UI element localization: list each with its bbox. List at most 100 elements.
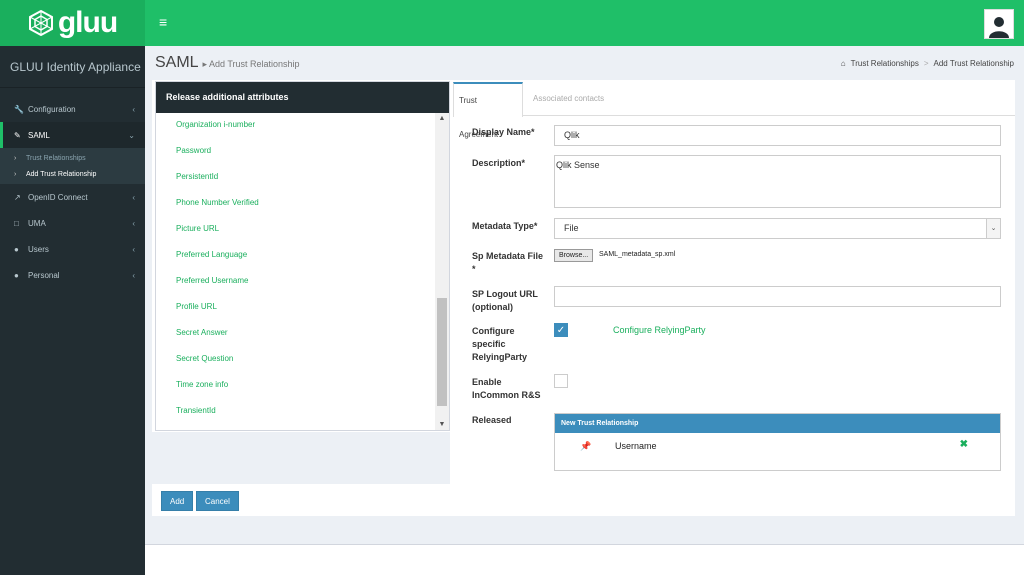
tab-associated-contacts[interactable]: Associated contacts bbox=[528, 82, 609, 116]
scroll-up-icon[interactable]: ▲ bbox=[435, 115, 449, 122]
sidebar-subitem-add-trust-relationship[interactable]: › Add Trust Relationship bbox=[0, 166, 145, 182]
chevron-left-icon: ‹ bbox=[132, 218, 135, 228]
attribute-item[interactable]: Time zone info bbox=[156, 373, 435, 399]
attribute-item[interactable]: Organization i-number bbox=[156, 113, 435, 139]
chevron-left-icon: ‹ bbox=[132, 270, 135, 280]
metadata-type-label: Metadata Type* bbox=[472, 221, 538, 231]
pin-icon: 📌 bbox=[580, 441, 592, 451]
sidebar-item-label: Personal bbox=[28, 270, 60, 280]
configure-label-line: RelyingParty bbox=[472, 352, 528, 362]
user-icon: ● bbox=[14, 270, 19, 280]
sp-metadata-file-label-line: Sp Metadata File bbox=[472, 251, 544, 261]
attribute-item[interactable]: TransientId bbox=[156, 399, 435, 425]
chevron-left-icon: ‹ bbox=[132, 104, 135, 114]
chevron-left-icon: ‹ bbox=[132, 244, 135, 254]
home-icon[interactable]: ⌂ bbox=[841, 59, 846, 68]
hamburger-icon[interactable]: ≡ bbox=[159, 14, 167, 30]
description-label: Description* bbox=[472, 158, 526, 168]
attribute-item[interactable]: Preferred Username bbox=[156, 269, 435, 295]
sidebar-subitem-label: Add Trust Relationship bbox=[26, 170, 97, 178]
scroll-down-icon[interactable]: ▼ bbox=[435, 421, 449, 428]
logo-bar[interactable]: gluu bbox=[0, 0, 145, 46]
attribute-item[interactable]: Password bbox=[156, 139, 435, 165]
attribute-item[interactable]: Preferred Language bbox=[156, 243, 435, 269]
sidebar-item-openid-connect[interactable]: ↗ OpenID Connect ‹ bbox=[0, 184, 145, 210]
remove-icon[interactable]: ✖ bbox=[960, 439, 968, 450]
gluu-logo-icon bbox=[28, 10, 53, 36]
app-title: GLUU Identity Appliance bbox=[0, 46, 145, 88]
incommon-label-line: Enable bbox=[472, 377, 502, 387]
configure-relying-party-label: Configure specific RelyingParty bbox=[472, 325, 527, 364]
breadcrumb-trust-relationships[interactable]: Trust Relationships bbox=[851, 59, 919, 68]
wrench-icon: 🔧 bbox=[14, 104, 24, 114]
sidebar-item-label: SAML bbox=[28, 130, 50, 140]
gluu-logo[interactable]: gluu bbox=[28, 6, 118, 40]
attribute-item[interactable]: Picture URL bbox=[156, 217, 435, 243]
external-link-icon: ↗ bbox=[14, 192, 21, 202]
attribute-item[interactable]: Profile URL bbox=[156, 295, 435, 321]
left-column-spacer bbox=[152, 432, 450, 484]
description-textarea[interactable]: Qlik Sense bbox=[554, 155, 1001, 208]
release-attributes-heading: Release additional attributes bbox=[156, 82, 449, 113]
release-attributes-panel: Release additional attributes Organizati… bbox=[155, 81, 450, 431]
released-attribute-name: Username bbox=[615, 441, 657, 451]
sidebar-subitem-trust-relationships[interactable]: › Trust Relationships bbox=[0, 150, 145, 166]
user-icon bbox=[989, 17, 1009, 38]
metadata-type-select[interactable]: File ⌄ bbox=[554, 218, 1001, 239]
chevron-down-icon: ⌄ bbox=[986, 219, 1000, 238]
released-heading: New Trust Relationship bbox=[555, 414, 1000, 433]
brand-name: gluu bbox=[57, 6, 118, 39]
attribute-item[interactable]: Secret Question bbox=[156, 347, 435, 373]
users-icon: ● bbox=[14, 244, 19, 254]
display-name-label: Display Name* bbox=[472, 127, 535, 137]
chevron-left-icon: ‹ bbox=[132, 192, 135, 202]
sidebar: GLUU Identity Appliance 🔧 Configuration … bbox=[0, 46, 145, 575]
sp-logout-url-input[interactable] bbox=[554, 286, 1001, 307]
sidebar-item-label: OpenID Connect bbox=[28, 192, 88, 202]
tab-trust-agreement[interactable]: Trust Agreement bbox=[453, 82, 523, 139]
folder-icon: □ bbox=[14, 218, 19, 228]
incommon-label: Enable InCommon R&S bbox=[472, 376, 541, 402]
browse-button[interactable]: Browse... bbox=[554, 249, 594, 262]
sidebar-item-saml[interactable]: ✎ SAML ⌄ bbox=[0, 122, 145, 148]
configure-relying-party-checkbox[interactable]: ✓ bbox=[554, 323, 568, 337]
sidebar-item-configuration[interactable]: 🔧 Configuration ‹ bbox=[0, 96, 145, 122]
chevron-right-icon: › bbox=[14, 170, 17, 178]
sidebar-item-label: Configuration bbox=[28, 104, 76, 114]
attribute-item[interactable]: Phone Number Verified bbox=[156, 191, 435, 217]
display-name-input[interactable]: Qlik bbox=[554, 125, 1001, 146]
breadcrumb-add-trust-relationship: Add Trust Relationship bbox=[933, 59, 1015, 68]
cancel-button[interactable]: Cancel bbox=[196, 491, 239, 511]
page-title-text: SAML bbox=[155, 54, 198, 71]
add-button[interactable]: Add bbox=[161, 491, 194, 511]
breadcrumb: ⌂ Trust Relationships > Add Trust Relati… bbox=[841, 59, 1014, 68]
sidebar-item-users[interactable]: ● Users ‹ bbox=[0, 236, 145, 262]
sp-metadata-file-label: Sp Metadata File * bbox=[472, 250, 543, 276]
checkmark-icon: ✓ bbox=[556, 325, 566, 336]
released-attributes-panel: New Trust Relationship 📌 Username ✖ bbox=[554, 413, 1001, 471]
attribute-list-scrollbar[interactable]: ▲ ▼ bbox=[435, 113, 449, 430]
attribute-item[interactable]: PersistentId bbox=[156, 165, 435, 191]
configure-label-line: specific bbox=[472, 339, 506, 349]
sidebar-item-label: UMA bbox=[28, 218, 46, 228]
incommon-checkbox[interactable] bbox=[554, 374, 568, 388]
page-subtitle: ▸ Add Trust Relationship bbox=[202, 59, 300, 69]
top-navbar: ≡ bbox=[145, 0, 1024, 46]
chevron-right-icon: › bbox=[14, 154, 17, 162]
sp-metadata-file-required-mark: * bbox=[472, 264, 476, 274]
user-avatar[interactable] bbox=[984, 9, 1014, 39]
configure-relying-party-link[interactable]: Configure RelyingParty bbox=[613, 325, 706, 335]
attribute-item[interactable]: Secret Answer bbox=[156, 321, 435, 347]
scrollbar-thumb[interactable] bbox=[437, 298, 447, 406]
sidebar-subitem-label: Trust Relationships bbox=[26, 154, 86, 162]
saml-submenu: › Trust Relationships › Add Trust Relati… bbox=[0, 148, 145, 184]
incommon-label-line: InCommon R&S bbox=[472, 390, 541, 400]
sidebar-item-uma[interactable]: □ UMA ‹ bbox=[0, 210, 145, 236]
metadata-type-value: File bbox=[564, 223, 579, 233]
sidebar-item-personal[interactable]: ● Personal ‹ bbox=[0, 262, 145, 288]
released-label: Released bbox=[472, 415, 512, 425]
page-title: SAML ▸ Add Trust Relationship bbox=[155, 54, 300, 72]
sp-logout-url-label-line: (optional) bbox=[472, 302, 513, 312]
sp-logout-url-label: SP Logout URL (optional) bbox=[472, 288, 538, 314]
page-subtitle-text: Add Trust Relationship bbox=[208, 59, 300, 69]
